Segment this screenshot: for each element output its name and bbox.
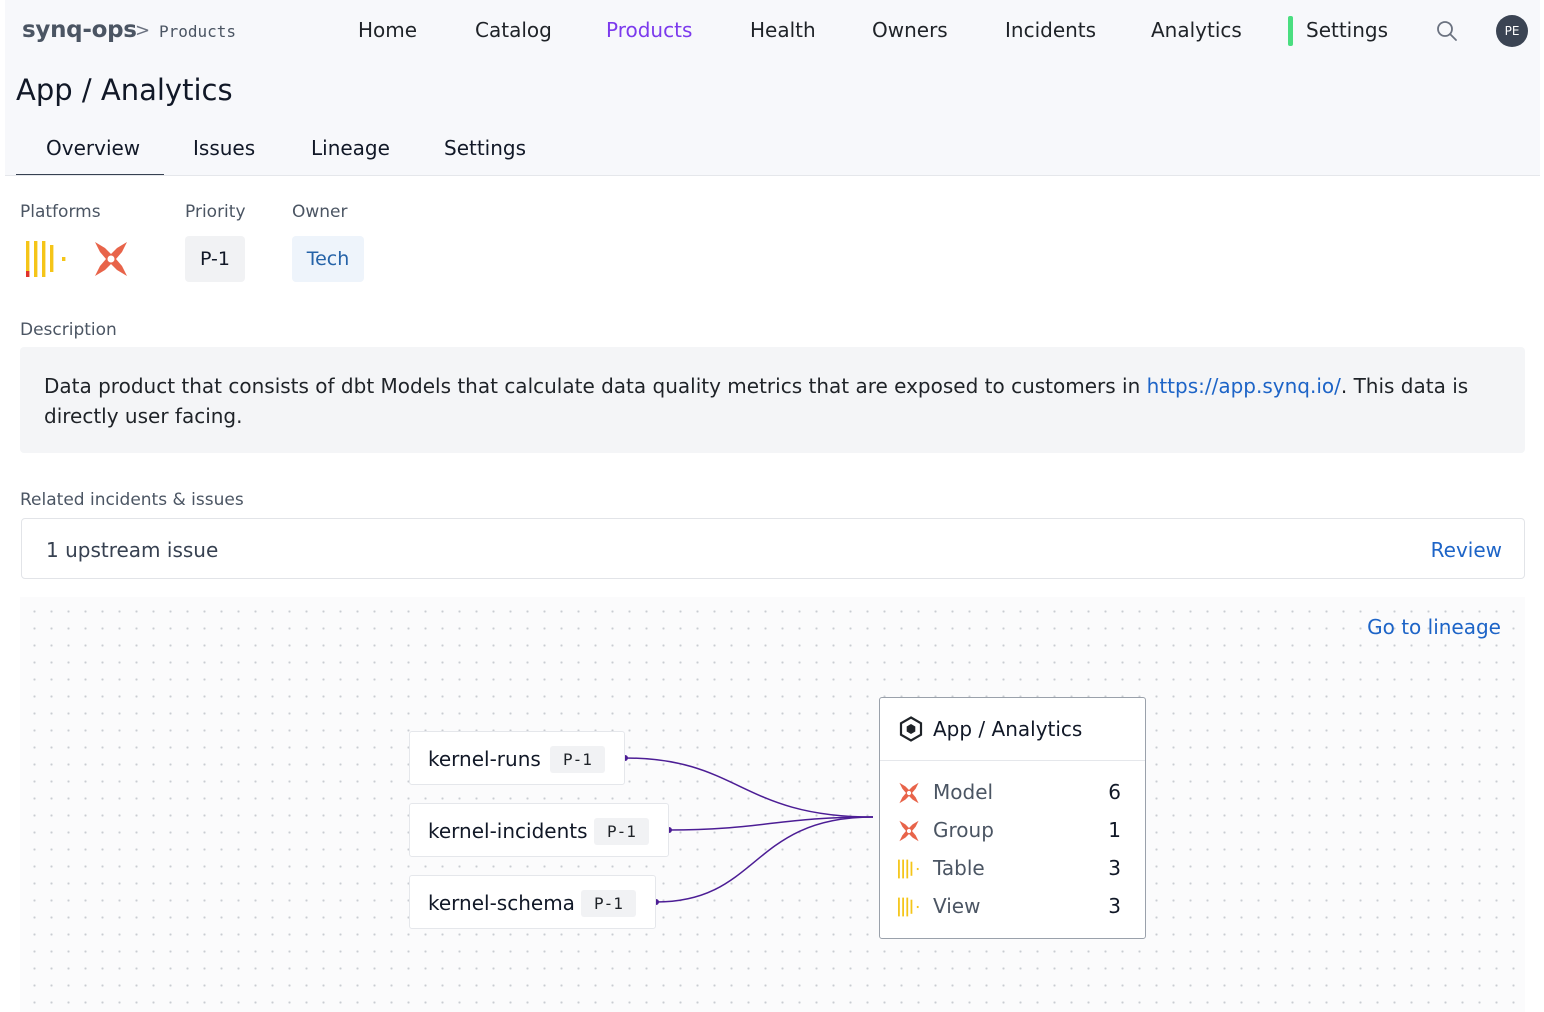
asset-count: 3 [1108,856,1121,880]
description-text: Data product that consists of dbt Models… [20,347,1525,453]
dbt-icon [899,782,919,804]
incidents-summary-card: 1 upstream issue Review [21,518,1525,579]
lineage-node-kernel-schema[interactable]: kernel-schema P-1 [409,875,656,929]
priority-badge[interactable]: P-1 [185,236,245,282]
related-incidents-label: Related incidents & issues [20,490,244,510]
workspace-name[interactable]: synq-ops [22,17,137,43]
dbt-icon [899,820,919,842]
owner-chip[interactable]: Tech [292,236,364,282]
owner-label: Owner [292,202,348,222]
asset-type-label: Table [933,856,985,880]
dbt-icon [95,242,127,276]
chevron-right-icon: > [135,20,151,41]
asset-type-label: Group [933,818,994,842]
asset-type-label: Model [933,780,994,804]
node-name: kernel-schema [428,891,575,915]
product-asset-row-table: Table 3 [880,854,1145,884]
nav-owners[interactable]: Owners [872,18,948,42]
platforms-label: Platforms [20,202,101,222]
review-button[interactable]: Review [1431,538,1502,562]
product-asset-row-view: View 3 [880,892,1145,922]
priority-label: Priority [185,202,246,222]
asset-count: 1 [1108,818,1121,842]
nav-home[interactable]: Home [358,18,417,42]
search-icon[interactable] [1435,19,1459,43]
tab-overview[interactable]: Overview [46,136,140,160]
node-priority-badge: P-1 [550,746,605,773]
product-node-header: App / Analytics [880,698,1145,761]
tabs-divider [5,175,1540,176]
node-priority-badge: P-1 [581,890,636,917]
settings-marker [1288,16,1293,46]
page-title: App / Analytics [16,73,233,107]
description-body-start: Data product that consists of dbt Models… [44,374,1147,398]
nav-health[interactable]: Health [750,18,816,42]
product-asset-row-model: Model 6 [880,778,1145,808]
breadcrumb[interactable]: Products [159,22,236,41]
avatar[interactable]: PE [1496,15,1528,47]
tab-issues[interactable]: Issues [193,136,255,160]
nav-analytics[interactable]: Analytics [1151,18,1242,42]
tab-settings[interactable]: Settings [444,136,526,160]
page: synq-ops > Products Home Catalog Product… [5,0,1540,1012]
lineage-node-kernel-incidents[interactable]: kernel-incidents P-1 [409,803,669,857]
bigquery-bars-icon [898,859,919,879]
node-name: kernel-incidents [428,819,588,843]
bigquery-bars-icon [898,897,919,917]
nav-products[interactable]: Products [606,18,692,42]
hexagon-icon [899,716,923,742]
node-priority-badge: P-1 [594,818,649,845]
nav-catalog[interactable]: Catalog [475,18,552,42]
product-node-title: App / Analytics [933,717,1083,741]
lineage-node-kernel-runs[interactable]: kernel-runs P-1 [409,731,625,785]
lineage-canvas[interactable]: Go to lineage kernel-runs P-1 kernel-inc… [20,597,1525,1012]
lineage-node-product[interactable]: App / Analytics Model 6 Group 1 Table 3 … [879,697,1146,939]
bigquery-bars-icon [26,241,66,277]
tab-lineage[interactable]: Lineage [311,136,390,160]
asset-type-label: View [933,894,981,918]
lineage-edges [622,755,874,905]
top-bar: synq-ops > Products Home Catalog Product… [5,0,1540,64]
product-asset-row-group: Group 1 [880,816,1145,846]
upstream-issue-count: 1 upstream issue [46,538,219,562]
description-link[interactable]: https://app.synq.io/ [1147,374,1341,398]
description-label: Description [20,320,117,340]
asset-count: 6 [1108,780,1121,804]
node-name: kernel-runs [428,747,541,771]
nav-settings[interactable]: Settings [1306,18,1388,42]
asset-count: 3 [1108,894,1121,918]
nav-incidents[interactable]: Incidents [1005,18,1096,42]
